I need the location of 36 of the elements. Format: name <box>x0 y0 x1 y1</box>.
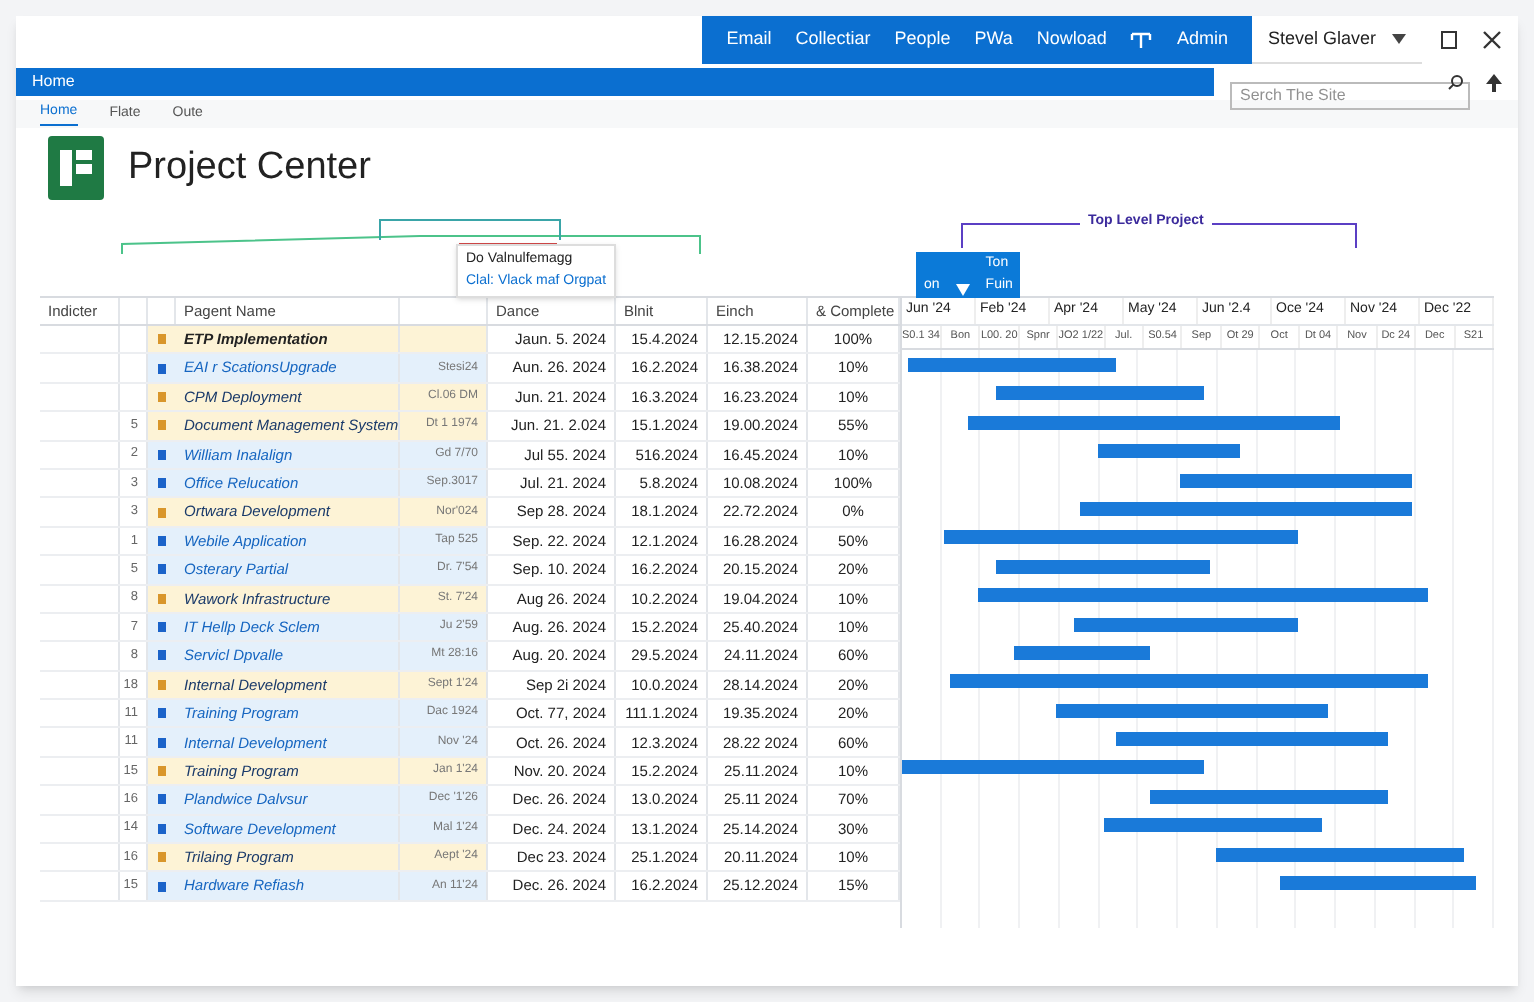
gantt-bar[interactable] <box>1180 473 1412 488</box>
gantt-bar[interactable] <box>949 674 1429 689</box>
gantt-bar[interactable] <box>1097 444 1240 459</box>
caret-icon <box>1392 34 1406 44</box>
gantt-bar[interactable] <box>996 559 1210 574</box>
gantt-bar[interactable] <box>1103 818 1323 833</box>
search-icon <box>1448 74 1464 90</box>
nav-link[interactable]: Email <box>726 26 772 54</box>
gantt-bar[interactable] <box>943 530 1299 545</box>
pin-icon[interactable] <box>1486 73 1502 91</box>
gantt-bar[interactable] <box>978 588 1429 603</box>
triangle-icon <box>955 284 970 296</box>
gantt-bar[interactable] <box>902 760 1204 775</box>
ribbon-title: Home <box>32 70 75 94</box>
user-menu[interactable]: Stevel Glaver <box>1251 16 1422 64</box>
gantt-bar[interactable] <box>1280 876 1477 891</box>
gantt-bar[interactable] <box>1014 645 1151 660</box>
gantt-bar[interactable] <box>1215 847 1465 862</box>
nav-link[interactable]: Nowload <box>1036 26 1107 54</box>
gantt-bar[interactable] <box>1079 501 1412 516</box>
gantt-bar[interactable] <box>967 415 1341 430</box>
close-icon[interactable] <box>1482 30 1502 50</box>
gantt-bar[interactable] <box>1115 732 1388 747</box>
gantt-bar[interactable] <box>1150 789 1388 804</box>
gantt-bar[interactable] <box>1073 617 1299 632</box>
nav-link[interactable]: Collectiar <box>795 26 871 54</box>
nav-link[interactable]: Admin <box>1176 26 1228 54</box>
restore-icon[interactable] <box>1438 30 1458 50</box>
page-title: Project Center <box>128 143 371 192</box>
nav-link[interactable]: People <box>894 26 951 54</box>
hierarchy-icon[interactable] <box>1130 30 1153 50</box>
search-field[interactable]: Serch The Site <box>1230 81 1470 109</box>
nav-link[interactable]: PWa <box>974 26 1013 54</box>
gantt-bar[interactable] <box>1055 703 1329 718</box>
project-logo-icon <box>48 136 104 200</box>
gantt-bar[interactable] <box>996 386 1204 401</box>
